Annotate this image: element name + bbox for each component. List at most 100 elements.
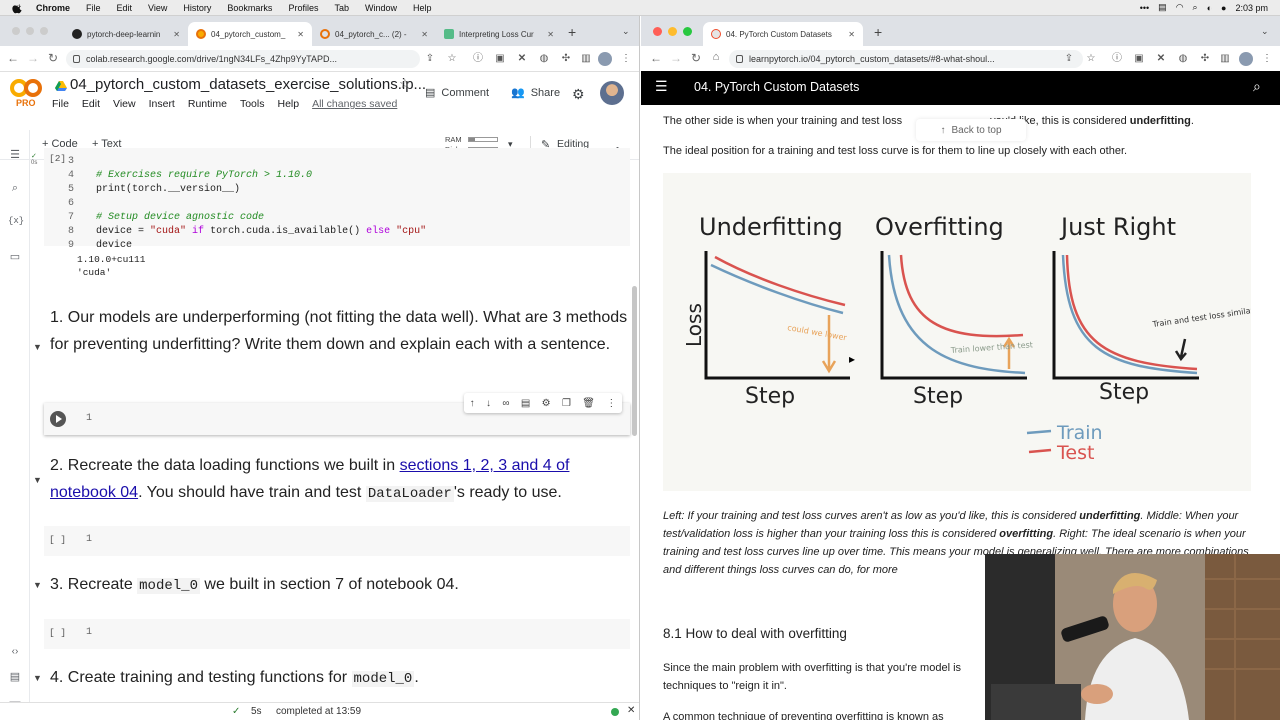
comment-button[interactable]: ▤ Comment [425,86,489,100]
close-icon[interactable]: ✕ [627,705,635,716]
tab-search-chevron-icon[interactable]: ⌄ [1261,26,1269,37]
extension-icon-1[interactable]: ⓘ [1111,53,1123,65]
menu-edit[interactable]: Edit [82,98,100,110]
menubar-item-view[interactable]: View [148,3,167,13]
variables-icon[interactable]: {x} [8,216,24,226]
close-icon[interactable]: ✕ [297,30,304,39]
share-page-icon[interactable]: ⇪ [1063,53,1075,65]
menu-runtime[interactable]: Runtime [188,98,227,110]
collapse-section-icon[interactable]: ▼ [33,475,42,485]
close-icon[interactable]: ✕ [547,30,554,39]
window-close-dot[interactable] [12,27,20,35]
close-icon[interactable]: ✕ [173,30,180,39]
tab-interpreting-loss[interactable]: Interpreting Loss Cur ✕ [436,22,562,46]
share-button[interactable]: 👥 Share [511,86,560,100]
settings-gear-icon[interactable]: ⚙ [572,86,585,103]
url-field[interactable]: learnpytorch.io/04_pytorch_custom_datase… [729,50,1083,68]
collapse-section-icon[interactable]: ▼ [33,342,42,352]
scrollbar-thumb[interactable] [632,286,637,436]
menu-tools[interactable]: Tools [240,98,265,110]
new-tab-icon[interactable]: + [568,24,576,40]
control-center-icon[interactable]: ◐ [1207,3,1212,13]
window-minimize-dot[interactable] [668,27,677,36]
apple-icon[interactable] [12,2,24,14]
notebook-title[interactable]: 04_pytorch_custom_datasets_exercise_solu… [70,76,426,93]
back-arrow-icon[interactable]: ← [647,51,665,65]
close-icon[interactable]: ✕ [848,30,855,39]
back-arrow-icon[interactable]: ← [4,51,22,65]
search-icon[interactable]: ⌕ [8,182,22,195]
new-tab-icon[interactable]: + [874,24,882,40]
home-icon[interactable]: ⌂ [707,51,725,63]
bookmark-star-icon[interactable]: ☆ [1085,53,1097,65]
search-spotlight-icon[interactable]: ⌕ [1193,2,1198,13]
menu-help[interactable]: Help [277,98,299,110]
puzzle-icon[interactable]: ✣ [560,53,572,65]
close-icon[interactable]: ✕ [421,30,428,39]
window-minimize-dot[interactable] [26,27,34,35]
extension-icon-3[interactable]: ✕ [1155,53,1167,65]
menubar-item-file[interactable]: File [86,3,101,13]
reload-icon[interactable]: ↻ [687,51,705,65]
extension-icon-4[interactable]: ◍ [538,53,550,65]
hamburger-menu-icon[interactable]: ☰ [655,78,668,95]
code-snippets-icon[interactable]: ‹› [8,646,22,657]
window-zoom-dot[interactable] [40,27,48,35]
forward-arrow-icon[interactable]: → [667,51,685,65]
more-dots-icon[interactable]: ••• [1140,3,1149,13]
menu-view[interactable]: View [113,98,136,110]
extension-icon-2[interactable]: ▣ [1133,53,1145,65]
kebab-menu-icon[interactable]: ⋮ [1261,53,1273,65]
collapse-section-icon[interactable]: ▼ [33,580,42,590]
keyboard-icon[interactable]: ▤ [1158,2,1167,13]
collapse-section-icon[interactable]: ▼ [33,673,42,683]
extension-icon-4[interactable]: ◍ [1177,53,1189,65]
extension-icon-1[interactable]: ⓘ [472,53,484,65]
siri-icon[interactable]: ● [1221,3,1226,13]
clock-text[interactable]: 2:03 pm [1235,3,1268,13]
window-zoom-dot[interactable] [683,27,692,36]
comment-cell-icon[interactable]: ▤ [521,398,530,409]
code-cell-2[interactable]: 3 4 # Exercises require PyTorch > 1.10.0 … [44,148,630,251]
extension-icon-3[interactable]: ✕ [516,53,528,65]
run-cell-button[interactable] [50,411,66,427]
user-avatar[interactable] [600,81,624,105]
all-changes-saved-link[interactable]: All changes saved [312,98,397,110]
bookmark-star-icon[interactable]: ☆ [446,53,458,65]
sidepanel-icon[interactable]: ▥ [1219,53,1231,65]
menubar-item-profiles[interactable]: Profiles [288,3,318,13]
tab-github[interactable]: pytorch-deep-learnin ✕ [64,22,188,46]
empty-code-cell[interactable]: [ ] 1 [44,619,630,649]
move-up-arrow-icon[interactable]: ↑ [470,398,475,409]
tab-colab-2[interactable]: 04_pytorch_c... (2) - ✕ [312,22,436,46]
trash-icon[interactable]: 🗑 [582,398,595,409]
menubar-item-help[interactable]: Help [413,3,432,13]
tab-colab-active[interactable]: 04_pytorch_custom_ ✕ [188,22,312,46]
move-down-arrow-icon[interactable]: ↓ [486,398,491,409]
empty-code-cell[interactable]: [ ] 1 [44,526,630,556]
command-palette-icon[interactable]: ▤ [8,670,22,683]
wifi-icon[interactable]: ◠ [1176,2,1184,13]
puzzle-icon[interactable]: ✣ [1199,53,1211,65]
menu-insert[interactable]: Insert [149,98,175,110]
reload-icon[interactable]: ↻ [44,51,62,65]
mirror-cell-icon[interactable]: ❐ [562,398,571,409]
extension-icon-2[interactable]: ▣ [494,53,506,65]
forward-arrow-icon[interactable]: → [24,51,42,65]
profile-avatar[interactable] [598,52,612,66]
tab-search-chevron-icon[interactable]: ⌄ [622,26,630,37]
url-field[interactable]: colab.research.google.com/drive/1ngN34LF… [66,50,420,68]
cell-settings-gear-icon[interactable]: ⚙ [542,398,551,409]
link-icon[interactable]: ∞ [502,398,509,409]
profile-avatar[interactable] [1239,52,1253,66]
menu-file[interactable]: File [52,98,69,110]
more-options-kebab-icon[interactable]: ⋮ [606,398,616,409]
star-icon[interactable]: ☆ [399,76,411,92]
tab-pytorch-docs[interactable]: 04. PyTorch Custom Datasets ✕ [703,22,863,46]
window-close-dot[interactable] [653,27,662,36]
menubar-item-history[interactable]: History [183,3,211,13]
colab-logo[interactable] [10,78,42,98]
menubar-item-window[interactable]: Window [365,3,397,13]
menubar-item-edit[interactable]: Edit [117,3,133,13]
folder-icon[interactable]: ▭ [8,250,22,263]
